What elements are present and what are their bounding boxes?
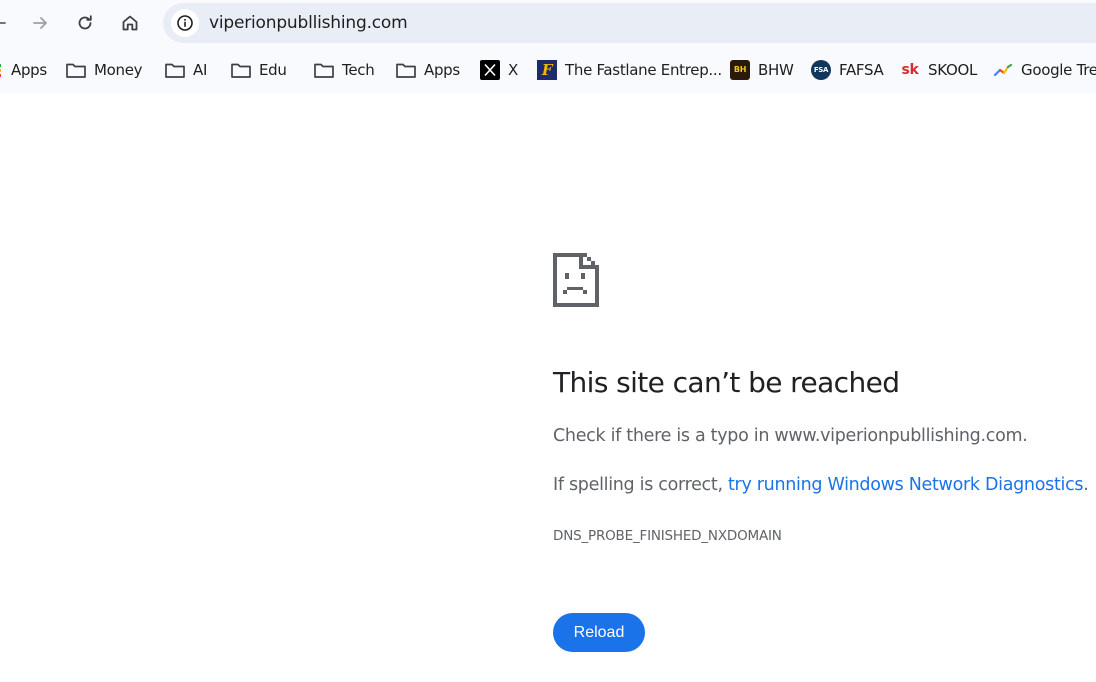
folder-icon: [65, 59, 87, 81]
forward-arrow-icon[interactable]: [25, 8, 55, 38]
bookmark-folder-edu[interactable]: Edu: [230, 57, 287, 83]
skool-favicon: sk: [901, 62, 919, 78]
bookmark-fastlane[interactable]: F The Fastlane Entrep...: [537, 57, 722, 83]
error-suggestion-typo: Check if there is a typo in www.viperion…: [553, 426, 1028, 446]
bookmark-label: Apps: [424, 61, 460, 79]
bookmark-label: AI: [193, 61, 208, 79]
address-bar[interactable]: viperionpubllishing.com: [163, 3, 1096, 43]
error-title: This site can’t be reached: [553, 366, 900, 399]
bookmarks-bar: Apps Money AI Edu Tech Apps X F The Fast…: [0, 47, 1096, 93]
folder-icon: [313, 59, 335, 81]
diagnostics-prefix: If spelling is correct,: [553, 475, 728, 495]
bookmark-skool[interactable]: sk SKOOL: [900, 57, 977, 83]
bookmark-bhw[interactable]: BH BHW: [730, 57, 794, 83]
bookmark-label: Tech: [342, 61, 375, 79]
home-icon[interactable]: [115, 8, 145, 38]
bookmark-label: Apps: [11, 61, 47, 79]
error-code: DNS_PROBE_FINISHED_NXDOMAIN: [553, 528, 782, 544]
bookmark-label: BHW: [758, 61, 794, 79]
info-icon[interactable]: [171, 9, 199, 37]
google-trends-favicon: [993, 59, 1013, 81]
bookmark-fafsa[interactable]: FSA FAFSA: [811, 57, 884, 83]
bookmark-label: FAFSA: [839, 61, 884, 79]
sad-page-icon: [553, 253, 599, 312]
bookmark-label: Edu: [259, 61, 287, 79]
browser-window: viperionpubllishing.com Apps Money AI Ed…: [0, 0, 1096, 682]
browser-toolbar: viperionpubllishing.com: [0, 0, 1096, 47]
apps-grid-icon: [0, 59, 4, 81]
bookmark-google-trends[interactable]: Google Trends: [993, 57, 1096, 83]
bookmark-x[interactable]: X: [480, 57, 518, 83]
bhw-favicon: BH: [730, 59, 750, 81]
bookmark-apps-shortcut[interactable]: Apps: [0, 57, 47, 83]
folder-icon: [395, 59, 417, 81]
folder-icon: [164, 59, 186, 81]
bookmark-folder-ai[interactable]: AI: [164, 57, 207, 83]
reload-button[interactable]: Reload: [553, 613, 645, 652]
bookmark-label: Money: [94, 61, 143, 79]
reload-icon[interactable]: [70, 8, 100, 38]
bookmark-label: SKOOL: [928, 61, 978, 79]
fastlane-favicon: F: [537, 59, 557, 81]
diagnostics-suffix: .: [1083, 475, 1089, 495]
url-text[interactable]: viperionpubllishing.com: [209, 13, 408, 33]
x-logo-icon: [480, 59, 500, 81]
network-diagnostics-link[interactable]: try running Windows Network Diagnostics: [728, 475, 1084, 495]
bookmark-label: Google Trends: [1021, 61, 1096, 79]
bookmark-label: The Fastlane Entrep...: [565, 61, 722, 79]
folder-icon: [230, 59, 252, 81]
bookmark-folder-tech[interactable]: Tech: [313, 57, 375, 83]
bookmark-label: X: [508, 61, 518, 79]
bookmark-folder-apps[interactable]: Apps: [395, 57, 460, 83]
back-arrow-icon[interactable]: [0, 8, 14, 38]
error-suggestion-diagnostics: If spelling is correct, try running Wind…: [553, 475, 1089, 495]
bookmark-folder-money[interactable]: Money: [65, 57, 143, 83]
fafsa-favicon: FSA: [811, 59, 831, 81]
